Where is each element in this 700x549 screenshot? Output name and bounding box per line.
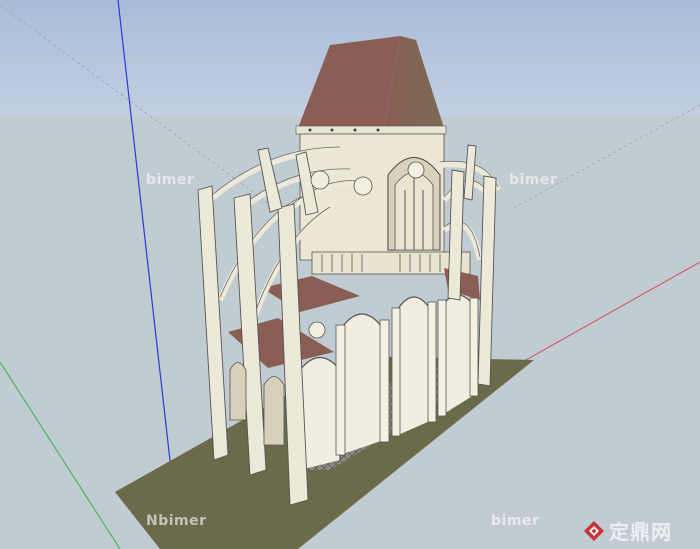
- roof-cornice: [295, 125, 447, 135]
- 3d-scene[interactable]: [0, 0, 700, 549]
- watermark-text: bimer: [491, 513, 540, 529]
- logo-text: 定鼎网: [609, 520, 672, 544]
- site-logo: 定鼎网: [583, 516, 672, 545]
- watermark-text: Nbimer: [146, 513, 207, 529]
- watermark-text: bimer: [509, 172, 558, 188]
- model-viewport[interactable]: bimer bimer Nbimer bimer 定鼎网: [0, 0, 700, 549]
- diamond-logo-icon: [584, 520, 604, 541]
- watermark-text: bimer: [146, 172, 195, 188]
